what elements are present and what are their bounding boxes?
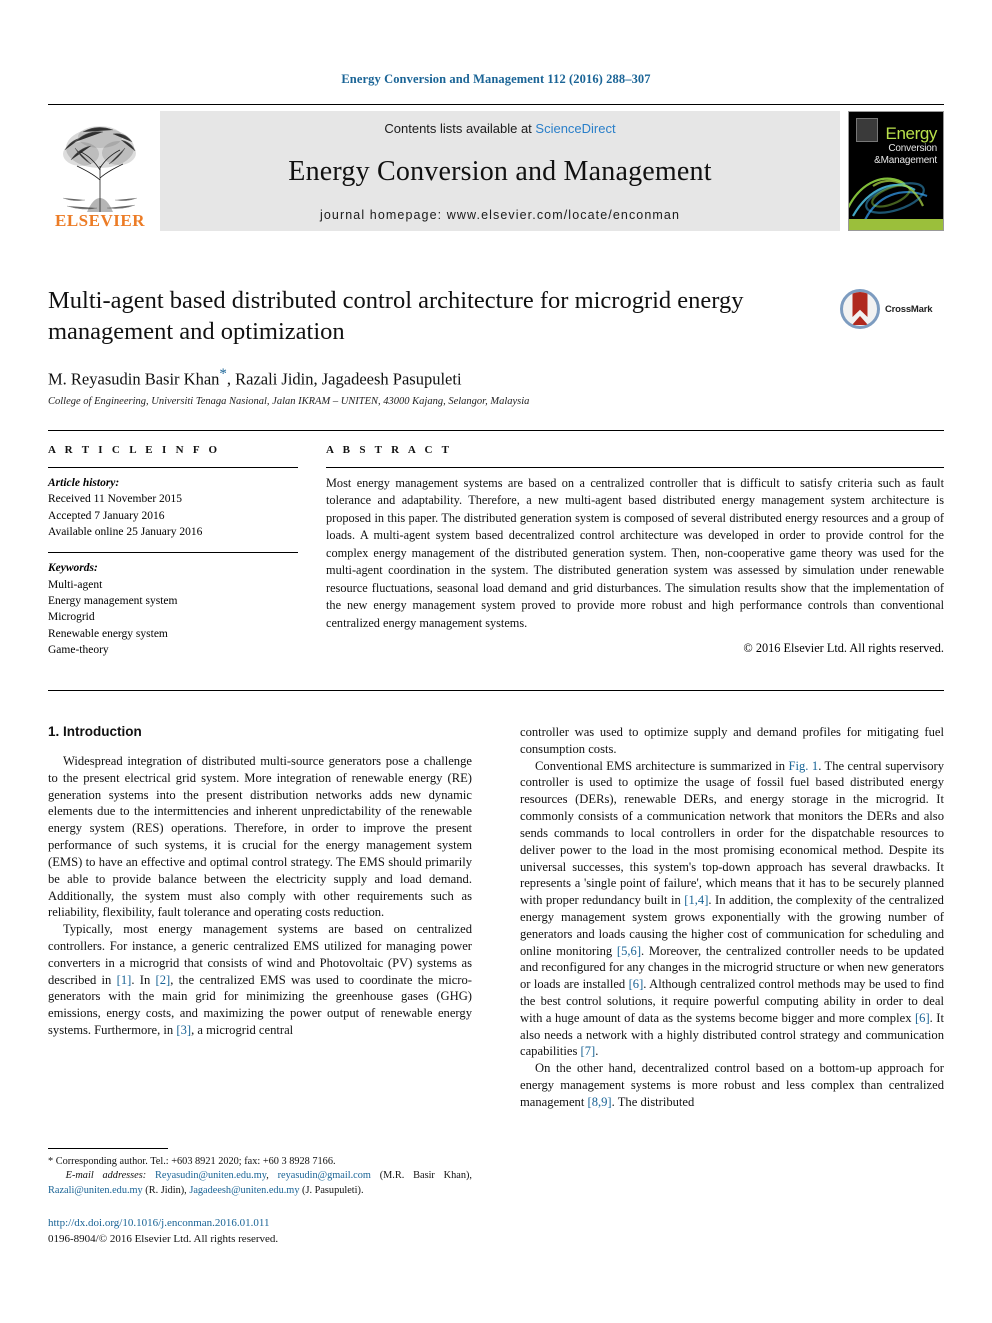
abstract-text: Most energy management systems are based…: [326, 476, 944, 630]
body-column-left: 1. Introduction Widespread integration o…: [48, 724, 472, 1144]
crossmark-label: CrossMark: [885, 303, 933, 315]
body-column-right: controller was used to optimize supply a…: [520, 724, 944, 1144]
divider: [326, 467, 944, 468]
journal-masthead: ELSEVIER Contents lists available at Sci…: [48, 104, 944, 233]
article-history-received: Received 11 November 2015: [48, 493, 183, 506]
section-heading-introduction: 1. Introduction: [48, 724, 142, 739]
corresponding-author-note: * Corresponding author. Tel.: +603 8921 …: [48, 1156, 336, 1167]
keywords-label: Keywords:: [48, 562, 98, 575]
body-divider: [48, 690, 944, 691]
contents-prefix: Contents lists available at: [384, 121, 536, 136]
cover-footer-band: [849, 219, 943, 230]
email-link[interactable]: Razali@uniten.edu.my: [48, 1185, 143, 1196]
abstract-column: A B S T R A C T Most energy management s…: [326, 444, 944, 658]
sciencedirect-link[interactable]: ScienceDirect: [535, 121, 615, 136]
text-run: On the other hand, decentralized control…: [520, 1061, 944, 1109]
masthead-center-panel: Contents lists available at ScienceDirec…: [160, 111, 840, 231]
email-owner: (J. Pasupuleti).: [299, 1184, 364, 1196]
page-title: Multi-agent based distributed control ar…: [48, 287, 744, 346]
doi-link[interactable]: http://dx.doi.org/10.1016/j.enconman.201…: [48, 1216, 548, 1232]
citation-link[interactable]: [5,6]: [617, 944, 641, 958]
email-link[interactable]: Reyasudin@uniten.edu.my: [155, 1170, 266, 1181]
abstract-heading: A B S T R A C T: [326, 444, 453, 456]
citation-link[interactable]: [8,9]: [588, 1095, 612, 1109]
keyword-item: Renewable energy system: [48, 627, 168, 640]
email-link[interactable]: reyasudin@gmail.com: [278, 1170, 371, 1181]
text-run: . The central supervisory controller is …: [520, 758, 944, 908]
crossmark-badge-group[interactable]: CrossMark: [840, 287, 944, 331]
elsevier-wordmark: ELSEVIER: [55, 211, 145, 230]
keyword-item: Energy management system: [48, 594, 178, 607]
title-block: Multi-agent based distributed control ar…: [48, 285, 944, 407]
cover-title-line3: &Management: [874, 155, 937, 166]
body-columns: 1. Introduction Widespread integration o…: [48, 724, 944, 1144]
citation-link[interactable]: [1]: [117, 973, 132, 987]
citation-link[interactable]: [3]: [176, 1023, 191, 1037]
text-run: .: [595, 1044, 599, 1059]
journal-cover-thumbnail[interactable]: Energy Conversion &Management: [848, 111, 944, 231]
keyword-item: Microgrid: [48, 611, 95, 624]
author-list: M. Reyasudin Basir Khan*, Razali Jidin, …: [48, 366, 944, 390]
cover-swirl-graphic: [849, 177, 928, 221]
issn-copyright-line: 0196-8904/© 2016 Elsevier Ltd. All right…: [48, 1232, 279, 1245]
text-run: Conventional EMS architecture is summari…: [535, 758, 789, 773]
article-history-accepted: Accepted 7 January 2016: [48, 509, 165, 522]
journal-homepage-link[interactable]: journal homepage: www.elsevier.com/locat…: [320, 208, 680, 222]
cover-title-line2: Conversion: [888, 143, 937, 154]
article-page: Energy Conversion and Management 112 (20…: [0, 0, 992, 1323]
footnote-area: * Corresponding author. Tel.: +603 8921 …: [48, 1148, 472, 1198]
contents-available-line: Contents lists available at ScienceDirec…: [384, 121, 615, 136]
citation-link[interactable]: [2]: [156, 973, 171, 987]
keyword-item: Game-theory: [48, 643, 109, 656]
bottom-block: http://dx.doi.org/10.1016/j.enconman.201…: [48, 1216, 548, 1248]
divider: [48, 552, 298, 554]
crossmark-icon: [840, 289, 880, 329]
email-addresses-note: E-mail addresses: Reyasudin@uniten.edu.m…: [48, 1170, 472, 1196]
article-history-label: Article history:: [48, 477, 120, 489]
running-head: Energy Conversion and Management 112 (20…: [341, 72, 651, 86]
citation-link[interactable]: [6]: [915, 1011, 930, 1025]
authors-rest: , Razali Jidin, Jagadeesh Pasupuleti: [226, 369, 462, 389]
paragraph: Widespread integration of distributed mu…: [48, 754, 472, 920]
elsevier-tree-icon: [57, 120, 143, 212]
email-owner: (M.R. Basir Khan),: [370, 1170, 472, 1182]
article-info-column: A R T I C L E I N F O Article history: R…: [48, 444, 298, 658]
keyword-item: Multi-agent: [48, 578, 103, 591]
email-link[interactable]: Jagadeesh@uniten.edu.my: [189, 1185, 299, 1196]
text-run: . The distributed: [611, 1094, 695, 1109]
paragraph: controller was used to optimize supply a…: [520, 725, 944, 756]
article-info-heading: A R T I C L E I N F O: [48, 444, 221, 456]
footnote-divider: [48, 1148, 168, 1149]
text-run: , a microgrid central: [191, 1023, 294, 1037]
citation-link[interactable]: [1,4]: [684, 893, 708, 907]
elsevier-logo: ELSEVIER: [48, 111, 152, 231]
cover-elsevier-mark-icon: [856, 118, 878, 142]
paragraph: On the other hand, decentralized control…: [520, 1060, 944, 1110]
abstract-copyright: © 2016 Elsevier Ltd. All rights reserved…: [743, 641, 944, 656]
figure-link[interactable]: Fig. 1: [789, 759, 819, 773]
citation-link[interactable]: [6]: [629, 977, 644, 991]
corresponding-author-marker[interactable]: *: [219, 366, 227, 382]
author-first: M. Reyasudin Basir Khan: [48, 369, 220, 389]
journal-title: Energy Conversion and Management: [288, 156, 712, 187]
info-abstract-section: A R T I C L E I N F O Article history: R…: [48, 430, 944, 658]
affiliation: College of Engineering, Universiti Tenag…: [48, 396, 530, 408]
text-run: . In: [131, 972, 156, 987]
article-history-online: Available online 25 January 2016: [48, 525, 203, 538]
email-label: E-mail addresses:: [65, 1170, 147, 1182]
paragraph: Typically, most energy management system…: [48, 921, 472, 1039]
cover-title-line1: Energy: [885, 124, 938, 143]
email-owner: (R. Jidin),: [142, 1184, 190, 1196]
citation-link[interactable]: [7]: [581, 1044, 596, 1058]
divider: [48, 467, 298, 468]
paragraph: Conventional EMS architecture is summari…: [520, 758, 944, 1061]
